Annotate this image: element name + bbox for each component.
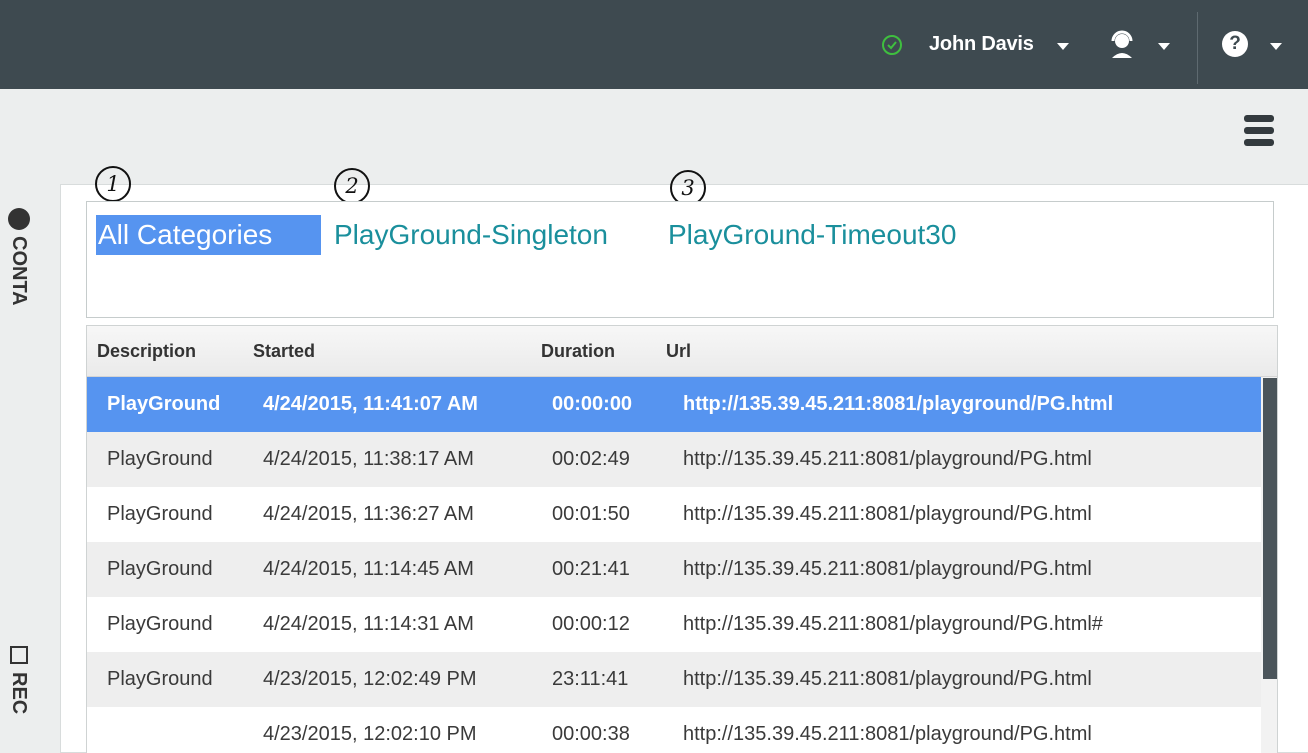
callout-marker-1: 1 xyxy=(95,166,131,202)
workspace-header xyxy=(0,89,1308,184)
cell-started: 4/24/2015, 11:36:27 AM xyxy=(263,503,474,525)
table-row[interactable]: 4/23/2015, 12:02:10 PM 00:00:38 http://1… xyxy=(87,707,1261,753)
cell-started: 4/24/2015, 11:41:07 AM xyxy=(263,393,478,415)
check-circle-icon xyxy=(882,35,902,55)
cell-started: 4/23/2015, 12:02:49 PM xyxy=(263,668,477,690)
table-header: Description Started Duration Url xyxy=(87,326,1277,377)
chevron-down-icon[interactable] xyxy=(1057,43,1069,50)
table-row[interactable]: PlayGround 4/24/2015, 11:14:45 AM 00:21:… xyxy=(87,542,1261,597)
cell-url[interactable]: http://135.39.45.211:8081/playground/PG.… xyxy=(683,723,1092,746)
column-header-started[interactable]: Started xyxy=(253,341,315,362)
cell-duration: 00:00:00 xyxy=(552,393,633,415)
cell-url[interactable]: http://135.39.45.211:8081/playground/PG.… xyxy=(683,448,1092,471)
hamburger-icon[interactable] xyxy=(1244,115,1274,147)
scrollbar-thumb[interactable] xyxy=(1263,378,1277,679)
callout-marker-2: 2 xyxy=(334,168,370,204)
cell-description: PlayGround xyxy=(107,558,213,580)
cell-description: PlayGround xyxy=(107,503,213,525)
cell-url[interactable]: http://135.39.45.211:8081/playground/PG.… xyxy=(683,613,1103,636)
cell-started: 4/23/2015, 12:02:10 PM xyxy=(263,723,477,745)
user-menu-button[interactable]: John Davis xyxy=(929,33,1034,56)
cell-description: PlayGround xyxy=(107,668,213,690)
chevron-down-icon[interactable] xyxy=(1270,43,1282,50)
app-window: John Davis ? CONTA REC 1 2 3 All Categor… xyxy=(0,0,1308,753)
cell-description: PlayGround xyxy=(107,448,213,470)
cell-duration: 00:02:49 xyxy=(552,448,630,470)
agent-headset-icon[interactable] xyxy=(1107,30,1137,65)
table-row[interactable]: PlayGround 4/23/2015, 12:02:49 PM 23:11:… xyxy=(87,652,1261,707)
history-table: Description Started Duration Url PlayGro… xyxy=(86,325,1278,753)
category-tab-singleton[interactable]: PlayGround-Singleton xyxy=(334,215,608,255)
sidebar-item-records[interactable]: REC xyxy=(7,672,30,714)
category-tab-all[interactable]: All Categories xyxy=(96,215,321,255)
cell-url[interactable]: http://135.39.45.211:8081/playground/PG.… xyxy=(683,393,1113,416)
cell-started: 4/24/2015, 11:38:17 AM xyxy=(263,448,474,470)
cell-url[interactable]: http://135.39.45.211:8081/playground/PG.… xyxy=(683,668,1092,691)
cell-started: 4/24/2015, 11:14:45 AM xyxy=(263,558,474,580)
toolbar-divider xyxy=(1197,12,1198,84)
chevron-down-icon[interactable] xyxy=(1158,43,1170,50)
table-row[interactable]: PlayGround 4/24/2015, 11:14:31 AM 00:00:… xyxy=(87,597,1261,652)
table-row[interactable]: PlayGround 4/24/2015, 11:38:17 AM 00:02:… xyxy=(87,432,1261,487)
table-row[interactable]: PlayGround 4/24/2015, 11:36:27 AM 00:01:… xyxy=(87,487,1261,542)
sidebar-item-contacts[interactable]: CONTA xyxy=(7,236,30,306)
help-icon[interactable]: ? xyxy=(1222,31,1248,57)
cell-duration: 23:11:41 xyxy=(552,668,629,690)
column-header-duration[interactable]: Duration xyxy=(541,341,615,362)
cell-duration: 00:00:38 xyxy=(552,723,630,745)
cell-url[interactable]: http://135.39.45.211:8081/playground/PG.… xyxy=(683,558,1092,581)
column-header-url[interactable]: Url xyxy=(666,341,691,362)
category-tab-timeout30[interactable]: PlayGround-Timeout30 xyxy=(668,215,956,255)
records-icon xyxy=(10,646,28,664)
cell-description: PlayGround xyxy=(107,393,221,415)
cell-duration: 00:01:50 xyxy=(552,503,630,525)
cell-url[interactable]: http://135.39.45.211:8081/playground/PG.… xyxy=(683,503,1092,526)
cell-duration: 00:21:41 xyxy=(552,558,630,580)
cell-description: PlayGround xyxy=(107,613,213,635)
cell-duration: 00:00:12 xyxy=(552,613,630,635)
cell-started: 4/24/2015, 11:14:31 AM xyxy=(263,613,474,635)
contact-icon xyxy=(8,208,30,230)
column-header-description[interactable]: Description xyxy=(97,341,196,362)
top-bar: John Davis ? xyxy=(0,0,1308,89)
table-row[interactable]: PlayGround 4/24/2015, 11:41:07 AM 00:00:… xyxy=(87,377,1261,432)
